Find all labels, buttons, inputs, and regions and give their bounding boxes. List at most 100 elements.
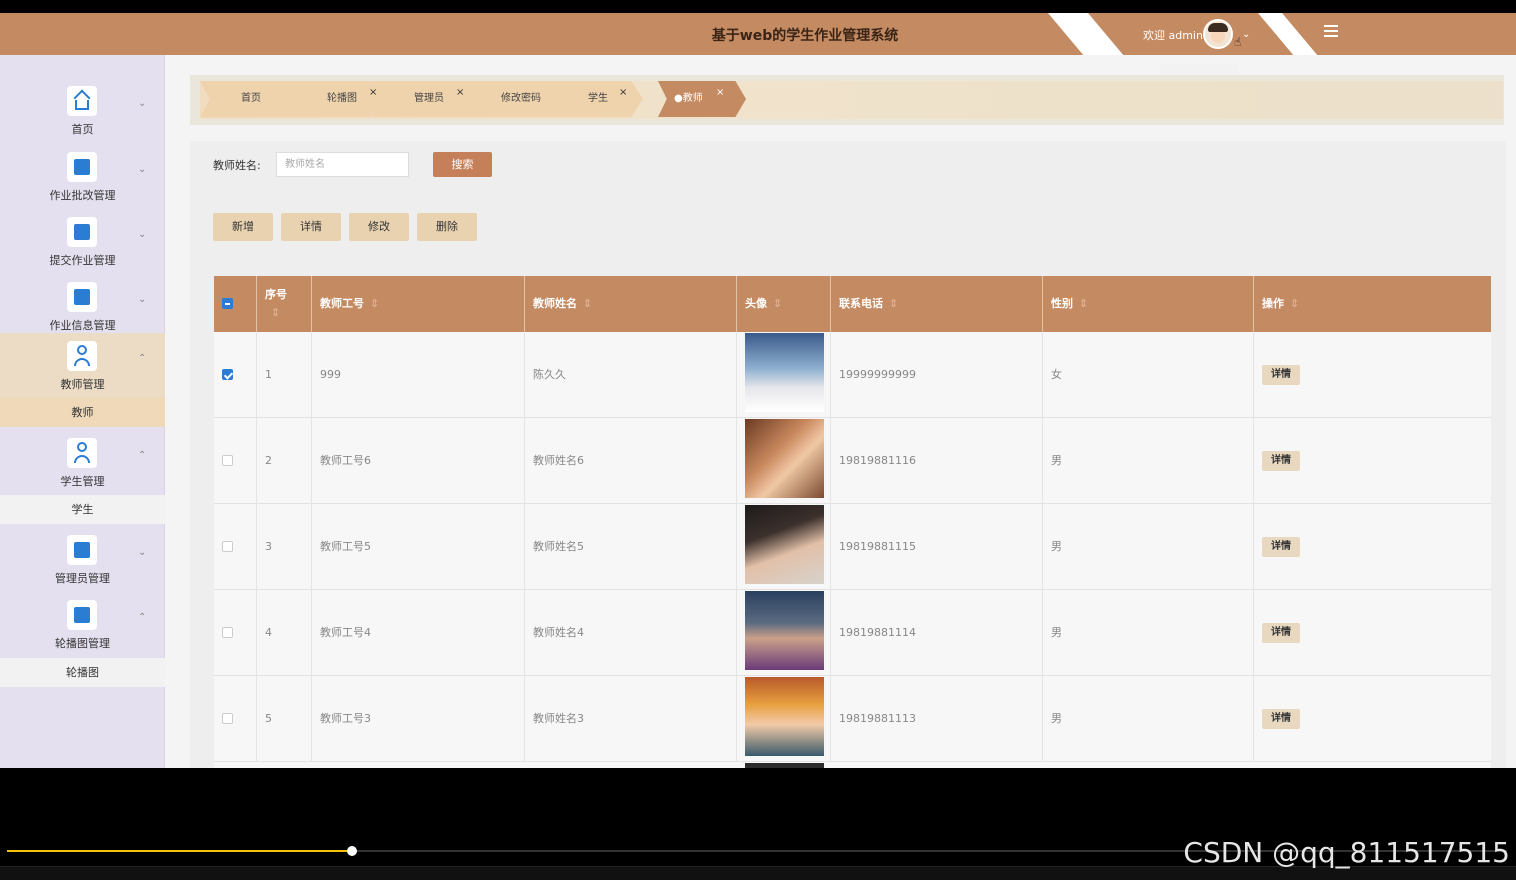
cell-gender: 男 bbox=[1043, 676, 1254, 762]
cell-seq: 5 bbox=[257, 676, 312, 762]
sidebar-item-label: 学生管理 bbox=[60, 475, 105, 488]
column-header-actions[interactable]: 操作 ⇕ bbox=[1254, 276, 1491, 332]
cell-teacher-id: 教师工号5 bbox=[312, 504, 525, 590]
sidebar-item[interactable]: 管理员管理 ⌄ bbox=[0, 527, 165, 592]
row-detail-button[interactable]: 详情 bbox=[1262, 623, 1300, 643]
sidebar-subitem[interactable]: 学生 bbox=[0, 495, 165, 524]
sidebar-item[interactable]: 作业批改管理 ⌄ bbox=[0, 144, 165, 209]
search-label: 教师姓名: bbox=[213, 159, 261, 172]
sidebar-item[interactable]: 轮播图管理 ⌃ bbox=[0, 592, 165, 657]
row-detail-button[interactable]: 详情 bbox=[1262, 365, 1300, 385]
sidebar-item[interactable]: 作业信息管理 ⌄ bbox=[0, 274, 165, 339]
chevron-down-icon: ⌄ bbox=[138, 98, 147, 109]
sidebar-item[interactable]: 首页 ⌄ bbox=[0, 78, 165, 143]
sidebar-item[interactable]: 学生管理 ⌃ bbox=[0, 430, 165, 495]
cell-actions: 详情 bbox=[1254, 676, 1491, 762]
cell-teacher-id: 教师工号3 bbox=[312, 676, 525, 762]
row-checkbox[interactable] bbox=[222, 713, 233, 724]
row-checkbox[interactable] bbox=[222, 627, 233, 638]
chevron-down-icon[interactable]: ⌄ bbox=[1242, 29, 1250, 40]
column-header-phone[interactable]: 联系电话 ⇕ bbox=[831, 276, 1043, 332]
tab-label: 学生 bbox=[588, 93, 608, 104]
tab-label: 修改密码 bbox=[501, 93, 541, 104]
select-all-checkbox[interactable] bbox=[222, 298, 233, 309]
cell-avatar bbox=[737, 590, 831, 676]
cell-avatar bbox=[737, 418, 831, 504]
user-avatar[interactable] bbox=[1203, 19, 1233, 49]
column-header-teacher-id[interactable]: 教师工号 ⇕ bbox=[312, 276, 525, 332]
row-detail-button[interactable]: 详情 bbox=[1262, 451, 1300, 471]
row-checkbox[interactable] bbox=[222, 369, 233, 380]
detail-button[interactable]: 详情 bbox=[281, 213, 341, 241]
chevron-up-icon: ⌃ bbox=[138, 353, 147, 364]
row-checkbox[interactable] bbox=[222, 455, 233, 466]
sidebar-item[interactable]: 提交作业管理 ⌄ bbox=[0, 209, 165, 274]
tab-label: 轮播图 bbox=[327, 93, 357, 104]
cell-teacher-id: 教师工号4 bbox=[312, 590, 525, 676]
search-button[interactable]: 搜索 bbox=[433, 152, 492, 177]
teacher-avatar-image[interactable] bbox=[745, 419, 824, 498]
column-header-teacher-name[interactable]: 教师姓名 ⇕ bbox=[525, 276, 737, 332]
screen: 基于web的学生作业管理系统 欢迎 admin ⌄ ☝ 首页 ⌄ 作业批改管理 ⌄ 提交… bbox=[0, 0, 1516, 880]
table-row[interactable]: 4 教师工号4 教师姓名4 19819881114 男详情 bbox=[214, 590, 1491, 676]
tab[interactable]: 首页 bbox=[200, 81, 298, 117]
cell-teacher-name: 教师姓名3 bbox=[525, 676, 737, 762]
delete-button[interactable]: 删除 bbox=[417, 213, 477, 241]
teacher-avatar-image[interactable] bbox=[745, 677, 824, 756]
tab[interactable]: ●教师 × bbox=[658, 81, 746, 117]
cell-gender: 女 bbox=[1043, 332, 1254, 418]
sidebar-subitem[interactable]: 教师 bbox=[0, 398, 165, 427]
cell-teacher-id: 999 bbox=[312, 332, 525, 418]
table-row[interactable]: 3 教师工号5 教师姓名5 19819881115 男详情 bbox=[214, 504, 1491, 590]
teacher-avatar-image[interactable] bbox=[745, 505, 824, 584]
teacher-avatar-image[interactable] bbox=[745, 591, 824, 670]
row-detail-button[interactable]: 详情 bbox=[1262, 537, 1300, 557]
teacher-avatar-image[interactable] bbox=[745, 333, 824, 412]
cell-seq: 1 bbox=[257, 332, 312, 418]
chevron-down-icon: ⌄ bbox=[138, 164, 147, 175]
sidebar-subitem[interactable]: 轮播图 bbox=[0, 658, 165, 687]
close-icon[interactable]: × bbox=[619, 75, 627, 111]
cell-phone: 19999999999 bbox=[831, 332, 1043, 418]
sidebar-item-label: 管理员管理 bbox=[55, 572, 110, 585]
tab[interactable]: 学生 × bbox=[545, 81, 643, 117]
add-button[interactable]: 新增 bbox=[213, 213, 273, 241]
table-row[interactable]: 1 999 陈久久 19999999999 女详情 bbox=[214, 332, 1491, 418]
teacher-avatar-image[interactable] bbox=[745, 763, 824, 768]
cell-phone: 19819881113 bbox=[831, 676, 1043, 762]
sidebar-item[interactable]: 教师管理 ⌃ bbox=[0, 333, 165, 398]
table-row[interactable] bbox=[214, 762, 1491, 768]
chevron-down-icon: ⌄ bbox=[138, 547, 147, 558]
table-row[interactable]: 2 教师工号6 教师姓名6 19819881116 男详情 bbox=[214, 418, 1491, 504]
cell-teacher-name: 陈久久 bbox=[525, 332, 737, 418]
hamburger-menu-icon[interactable] bbox=[1324, 25, 1338, 37]
video-progress-knob[interactable] bbox=[347, 846, 357, 856]
cell-phone: 19819881114 bbox=[831, 590, 1043, 676]
column-header-avatar[interactable]: 头像 ⇕ bbox=[737, 276, 831, 332]
column-header-seq[interactable]: 序号 ⇕ bbox=[257, 276, 312, 332]
row-select-cell bbox=[214, 418, 257, 504]
close-icon[interactable]: × bbox=[716, 75, 724, 111]
tab[interactable]: 轮播图 × bbox=[285, 81, 383, 117]
cell-phone: 19819881116 bbox=[831, 418, 1043, 504]
welcome-text: 欢迎 admin bbox=[1143, 29, 1203, 42]
row-checkbox[interactable] bbox=[222, 541, 233, 552]
cell-gender: 男 bbox=[1043, 504, 1254, 590]
cell-gender: 男 bbox=[1043, 418, 1254, 504]
grid-icon bbox=[67, 282, 97, 312]
teacher-name-search-input[interactable]: 教师姓名 bbox=[276, 152, 409, 177]
row-select-cell bbox=[214, 332, 257, 418]
cell-avatar bbox=[737, 332, 831, 418]
panel-icon bbox=[67, 535, 97, 565]
cell-teacher-name: 教师姓名6 bbox=[525, 418, 737, 504]
tab-label: 首页 bbox=[241, 93, 261, 104]
sidebar-item-label: 作业信息管理 bbox=[49, 319, 116, 332]
row-detail-button[interactable]: 详情 bbox=[1262, 709, 1300, 729]
table-row[interactable]: 5 教师工号3 教师姓名3 19819881113 男详情 bbox=[214, 676, 1491, 762]
app-window: 基于web的学生作业管理系统 欢迎 admin ⌄ ☝ 首页 ⌄ 作业批改管理 ⌄ 提交… bbox=[0, 13, 1516, 768]
edit-button[interactable]: 修改 bbox=[349, 213, 409, 241]
chevron-up-icon: ⌃ bbox=[138, 612, 147, 623]
tab[interactable]: 管理员 × bbox=[372, 81, 470, 117]
column-header-gender[interactable]: 性别 ⇕ bbox=[1043, 276, 1254, 332]
cell-gender: 男 bbox=[1043, 590, 1254, 676]
